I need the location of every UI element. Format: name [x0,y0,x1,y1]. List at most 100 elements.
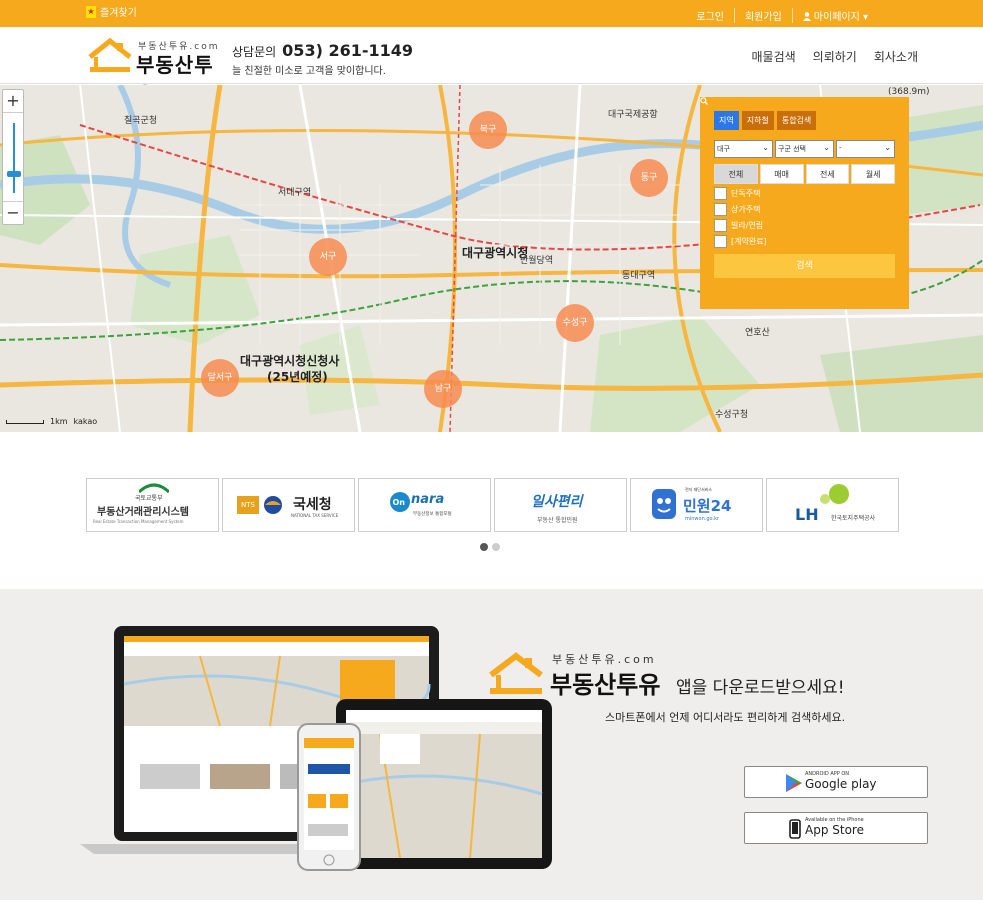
app-store-label: App Store [805,823,864,837]
checkbox-commercial-house[interactable]: 상가주택 [714,203,895,216]
checkbox-label: 상가주택 [731,205,761,214]
search-button-label: 검색 [796,261,813,271]
favorite-label: 즐겨찾기 [100,8,137,19]
site-header: 부동산투유.com 부동산투유 상담문의 053) 261-1149 늘 친절한 … [0,27,983,106]
district-bubble-dong[interactable]: 동구 [630,159,668,197]
map-label-city-hall: 대구광역시청 [462,246,529,260]
nts-main: 국세청 [293,497,332,513]
map-scale: 1km kakao [6,417,97,426]
map-label-dongdaegu: 동대구역 [622,271,656,281]
contact-phone: 053) 261-1149 [282,41,414,60]
signup-link[interactable]: 회원가입 [733,8,792,23]
checkbox-box[interactable] [714,187,727,200]
account-links: 로그인 회원가입 마이페이지 ▾ [686,8,878,23]
partner-nts[interactable]: NTS 국세청 NATIONAL TAX SERVICE [222,478,355,532]
zoom-control: + − [2,89,24,225]
zoom-in-button[interactable]: + [3,90,23,112]
house-logo-icon [489,652,543,694]
svg-text:On: On [393,498,406,507]
district-bubble-dalseo[interactable]: 달서구 [201,359,239,397]
app-brand: 부동산투유.com 부동산투유 앱을 다운로드받으세요! [486,649,926,709]
app-store-button[interactable]: Available on the iPhone App Store [744,812,928,844]
map-label-yeonhosan: 연호산 [745,328,770,338]
trade-jeonse-button[interactable]: 전세 [805,164,850,184]
checkbox-box[interactable] [714,219,727,232]
contact-slogan: 늘 친절한 미소로 고객을 맞이합니다. [232,66,386,77]
app-headline: 앱을 다운로드받으세요! [676,678,845,698]
play-triangle-icon [786,774,802,792]
app-description: 스마트폰에서 언제 어디서라도 편리하게 검색하세요. [605,711,846,724]
checkbox-detached-house[interactable]: 단독주택 [714,187,895,200]
trade-all-button[interactable]: 전체 [714,164,758,184]
dong-select[interactable]: - ⌄ [836,140,895,158]
scale-label: 1km [50,417,68,426]
zoom-slider[interactable] [3,112,23,202]
main-nav: 매물검색 의뢰하기 회사소개 [751,48,918,65]
search-panel: 지역 지하철 통합검색 대구 ⌄ 구군 선택 ⌄ - ⌄ 전체 매매 전세 월세 단독… [700,97,909,309]
device-mockup-image [80,626,552,871]
tab-region[interactable]: 지역 [714,111,739,130]
chevron-down-icon: ⌄ [823,143,830,152]
carousel-dots [480,543,500,551]
carousel-dot[interactable] [492,543,500,551]
molit-top: 국토교통부 [135,495,163,502]
chevron-down-icon: ⌄ [884,143,891,152]
map-label-seobu: 서대구역 [278,188,312,198]
favorite-link[interactable]: ★ 즐겨찾기 [86,4,137,19]
map-label-airport: 대구국제공항 [608,110,658,120]
district-bubble-suseong[interactable]: 수성구 [556,304,594,342]
nts-sub: NATIONAL TAX SERVICE [291,513,339,518]
app-brand-name: 부동산투유 [550,671,661,699]
search-tabs: 지역 지하철 통합검색 [714,111,895,130]
contact-info: 상담문의 053) 261-1149 늘 친절한 미소로 고객을 맞이합니다. [232,41,413,77]
map-view[interactable]: + − 대구광역시청 대구광역시청신청사 (25년예정) 대구국제공항 칠곡군청… [0,85,983,432]
checkbox-contract-done[interactable]: [계약완료] [714,235,895,248]
map-label-new-hall-year: (25년예정) [267,370,328,384]
chevron-down-icon: ⌄ [762,143,769,152]
mypage-link[interactable]: 마이페이지 ▾ [791,8,878,23]
tab-integrated[interactable]: 통합검색 [776,111,817,130]
checkbox-box[interactable] [714,203,727,216]
partner-lh[interactable]: LH 한국토지주택공사 [766,478,899,532]
site-logo[interactable]: 부동산투유.com 부동산투유 [86,35,226,106]
dong-value: - [839,144,842,152]
partner-ilsa[interactable]: 일사편리 부동산 통합민원 [494,478,627,532]
trade-sale-button[interactable]: 매매 [759,164,804,184]
search-button[interactable]: 검색 [700,97,895,278]
checkbox-box[interactable] [714,235,727,248]
minwon-main: 민원24 [683,497,732,515]
search-icon [700,97,708,105]
bookmark-icon: ★ [86,5,96,18]
login-link[interactable]: 로그인 [686,8,734,23]
partner-minwon24[interactable]: 전자 재단서비스 민원24 minwon.go.kr [630,478,763,532]
map-label-banwoldang: 반월당역 [520,256,554,266]
district-bubble-nam[interactable]: 남구 [424,370,462,408]
nav-about[interactable]: 회사소개 [874,48,918,65]
map-label-chilgok: 칠곡군청 [124,116,158,126]
region-select[interactable]: 대구 ⌄ [714,140,773,158]
district-bubble-buk[interactable]: 북구 [469,111,507,149]
app-download-section: 부동산투유.com 부동산투유 앱을 다운로드받으세요! 스마트폰에서 언제 어… [0,589,983,900]
zoom-out-button[interactable]: − [3,202,23,224]
trade-monthly-button[interactable]: 월세 [851,164,895,184]
house-logo-icon [88,37,132,72]
map-label-new-hall: 대구광역시청신청사 [240,354,340,368]
zoom-handle[interactable] [7,171,21,177]
nav-request[interactable]: 의뢰하기 [813,48,857,65]
checkbox-label: [계약완료] [731,237,767,246]
partner-logos: 국토교통부 부동산거래관리시스템 Real Estate Transaction… [86,478,899,532]
district-bubble-seo[interactable]: 서구 [309,238,347,276]
nav-property-search[interactable]: 매물검색 [751,48,795,65]
partner-molit[interactable]: 국토교통부 부동산거래관리시스템 Real Estate Transaction… [86,478,219,532]
checkbox-villa[interactable]: 빌라/연립 [714,219,895,232]
google-play-button[interactable]: ANDROID APP ON Google play [744,766,928,798]
top-bar: ★ 즐겨찾기 로그인 회원가입 마이페이지 ▾ [0,0,983,27]
minwon-character-icon [652,489,676,519]
tab-subway[interactable]: 지하철 [741,111,774,130]
minwon-sub: minwon.go.kr [685,516,720,522]
carousel-dot[interactable] [480,543,488,551]
district-select[interactable]: 구군 선택 ⌄ [775,140,834,158]
nts-emblem-icon [264,496,282,514]
partner-onnara[interactable]: On nara 부동산정보 통합포털 [358,478,491,532]
ilsa-sub: 부동산 통합민원 [537,517,578,524]
